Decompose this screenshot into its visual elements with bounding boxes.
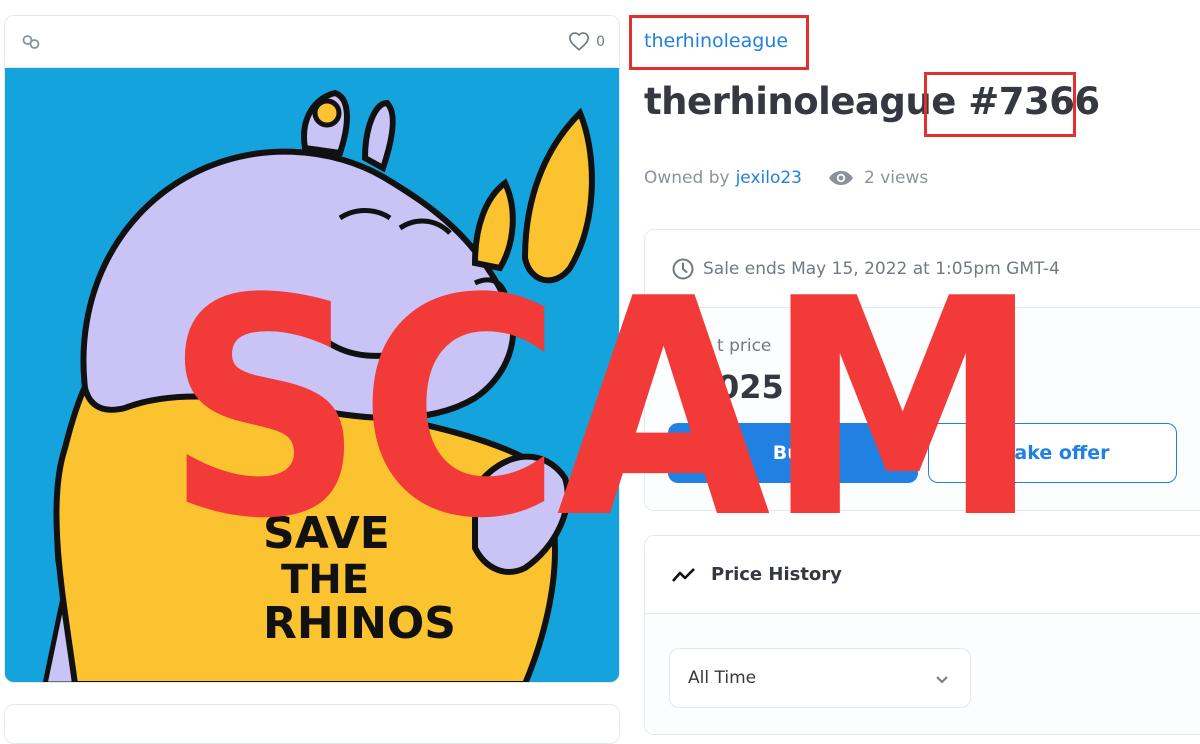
time-range-select[interactable]: All Time (669, 648, 971, 708)
eye-icon (829, 171, 854, 185)
buy-now-button[interactable]: Buy (668, 423, 918, 483)
owned-by-label: Owned by (644, 168, 730, 188)
heart-icon (569, 32, 590, 51)
price-history-header[interactable]: Price History (645, 536, 1200, 614)
price-history-title: Price History (711, 564, 842, 585)
trending-icon (672, 567, 695, 582)
rhino-illustration: SAVE THE RHINOS (5, 68, 619, 682)
artwork-text-line: THE (281, 557, 369, 603)
price-history-body: All Time (645, 614, 1200, 734)
media-card: 0 SAVE THE RHINOS (4, 15, 620, 683)
sale-header: Sale ends May 15, 2022 at 1:05pm GMT-4 (645, 230, 1200, 308)
current-price-value: 025 (717, 368, 784, 406)
clock-icon (672, 258, 694, 279)
artwork-text-line: SAVE (263, 508, 390, 559)
favorite-count: 0 (596, 34, 605, 50)
chevron-down-icon (936, 676, 948, 684)
nft-artwork-image[interactable]: SAVE THE RHINOS (5, 68, 619, 682)
current-price-label: t price (717, 336, 772, 356)
favorite-button[interactable]: 0 (568, 31, 605, 53)
description-card (4, 704, 620, 744)
owner-link[interactable]: jexilo23 (736, 168, 802, 188)
price-history-panel: Price History All Time (644, 535, 1200, 735)
artwork-text-line: RHINOS (263, 598, 456, 649)
make-offer-button[interactable]: Make offer (928, 423, 1177, 483)
polygon-chain-icon (22, 35, 40, 49)
media-header: 0 (5, 16, 619, 68)
sale-ends-text: Sale ends May 15, 2022 at 1:05pm GMT-4 (703, 258, 1060, 279)
owner-row: Owned by jexilo23 2 views (644, 168, 928, 188)
time-range-value: All Time (688, 668, 757, 688)
highlight-box-token-id (924, 72, 1076, 137)
highlight-box-collection (629, 15, 809, 70)
views-count: 2 views (864, 168, 929, 188)
